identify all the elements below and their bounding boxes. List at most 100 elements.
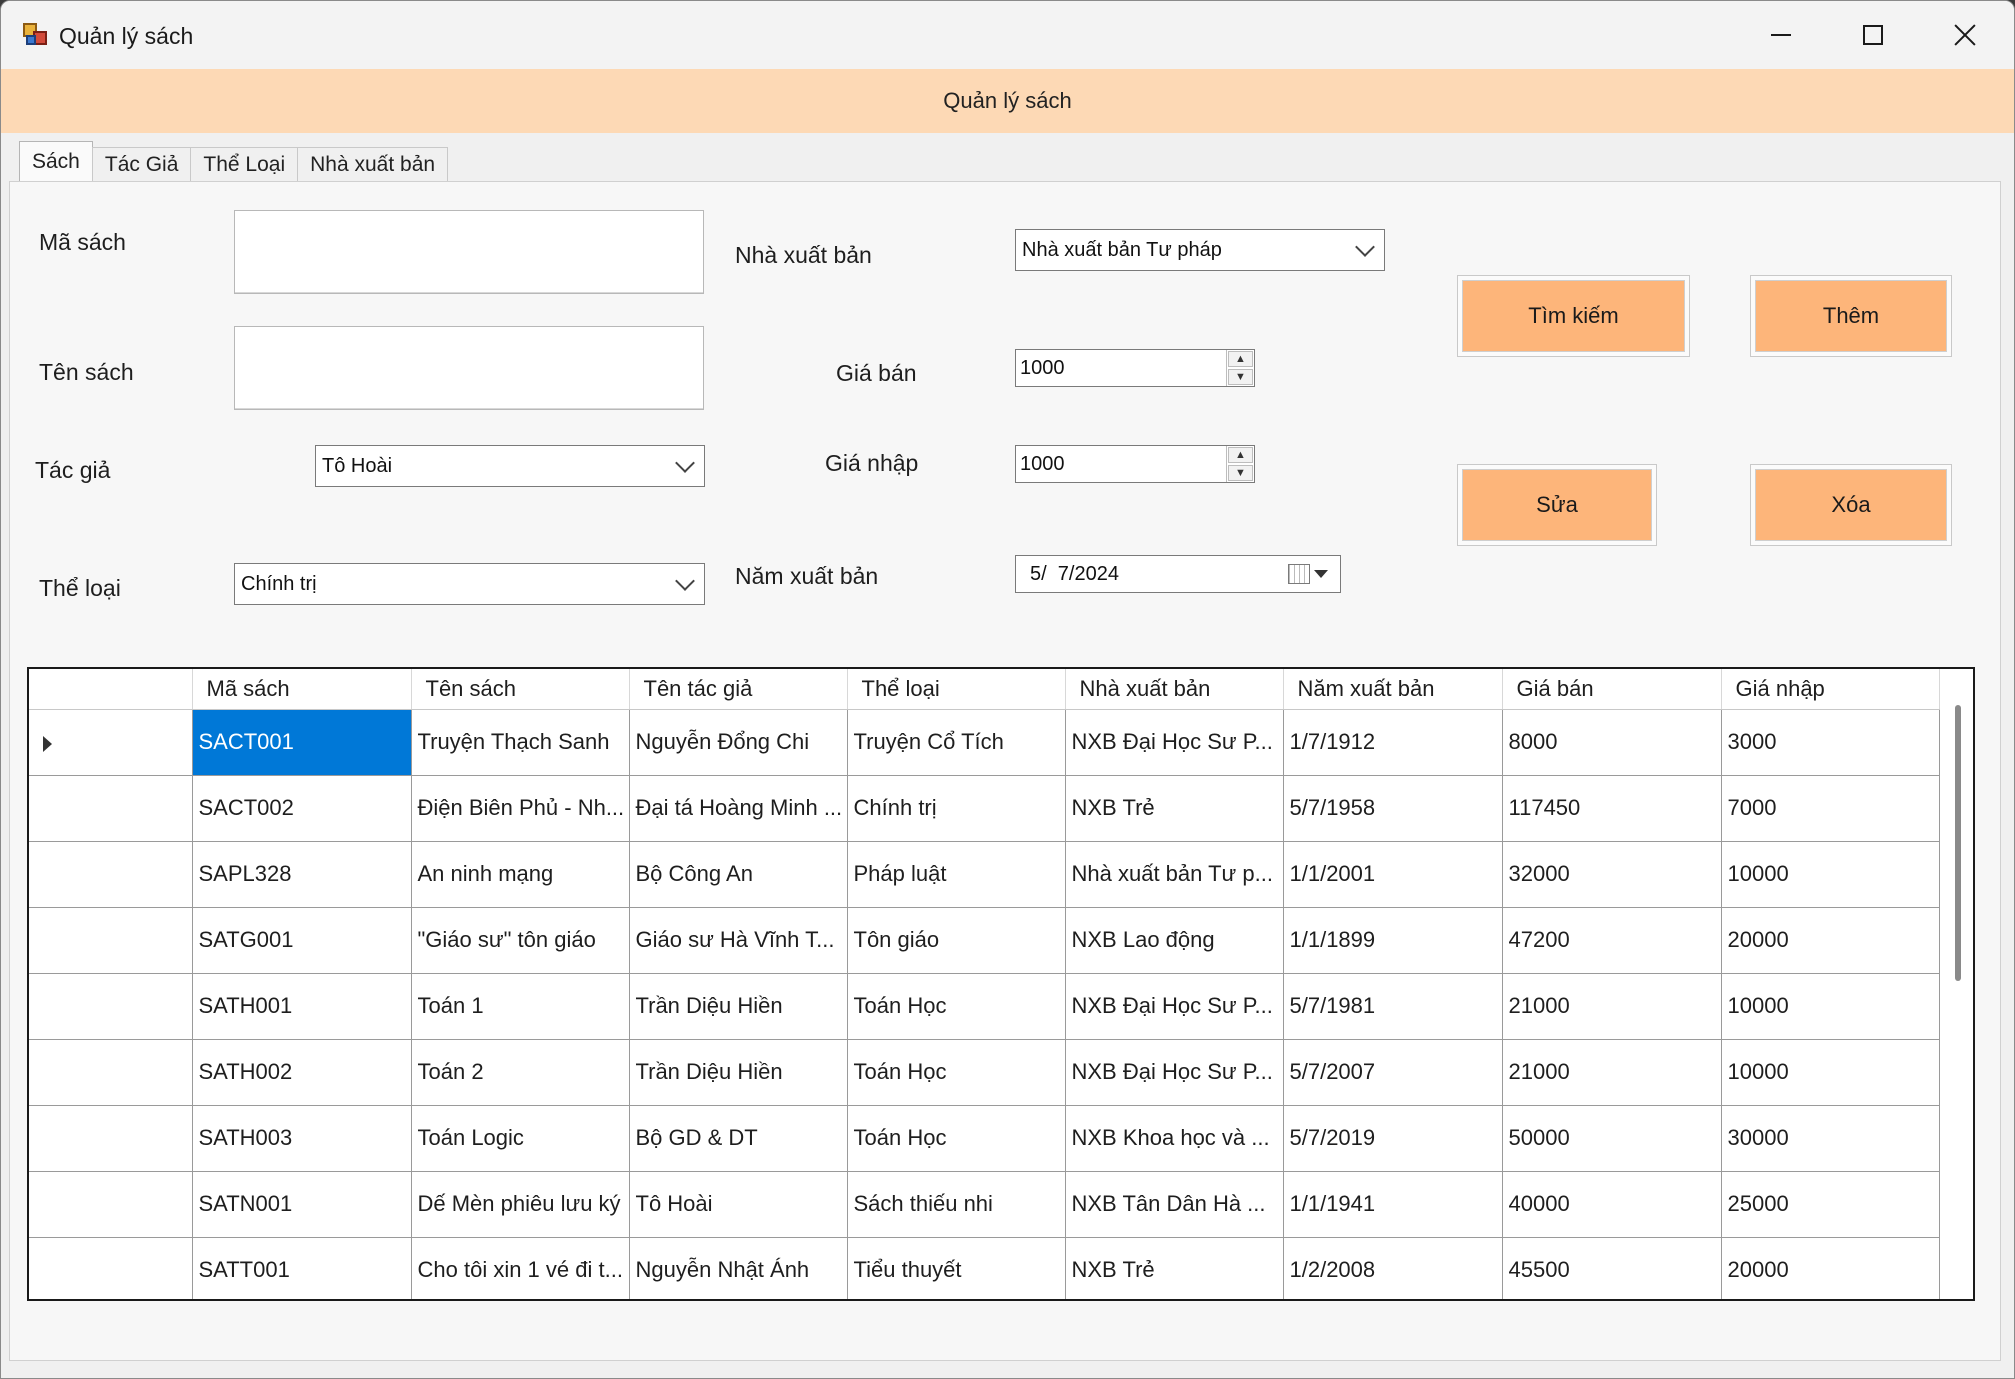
table-cell[interactable]: Trần Diệu Hiền xyxy=(629,1039,848,1106)
spin-down-icon[interactable]: ▼ xyxy=(1228,465,1253,481)
table-cell[interactable]: 1/2/2008 xyxy=(1283,1237,1503,1299)
table-cell[interactable]: Bộ Công An xyxy=(629,841,848,908)
table-cell[interactable]: 5/7/2007 xyxy=(1283,1039,1503,1106)
table-cell[interactable]: 1/1/1899 xyxy=(1283,907,1503,974)
table-cell[interactable]: Nhà xuất bản Tư p... xyxy=(1065,841,1284,908)
table-cell[interactable]: Sách thiếu nhi xyxy=(847,1171,1066,1238)
tab-tac-gia[interactable]: Tác Giả xyxy=(91,147,192,181)
table-row[interactable]: SAPL328 An ninh mạng Bộ Công An Pháp luật Nh… xyxy=(29,841,1940,908)
table-cell[interactable]: 32000 xyxy=(1502,841,1722,908)
table-cell[interactable]: Toán Học xyxy=(847,973,1066,1040)
table-cell[interactable]: Cho tôi xin 1 vé đi t... xyxy=(411,1237,630,1299)
table-cell[interactable]: 5/7/2019 xyxy=(1283,1105,1503,1172)
table-cell[interactable]: Dế Mèn phiêu lưu ký xyxy=(411,1171,630,1238)
row-header[interactable] xyxy=(29,973,193,1040)
table-cell[interactable]: 1/1/2001 xyxy=(1283,841,1503,908)
table-cell[interactable]: 40000 xyxy=(1502,1171,1722,1238)
delete-button[interactable]: Xóa xyxy=(1755,469,1947,541)
table-cell[interactable]: NXB Khoa học và ... xyxy=(1065,1105,1284,1172)
table-cell[interactable]: SATG001 xyxy=(192,907,412,974)
ten-sach-input[interactable] xyxy=(234,326,704,410)
minimize-button[interactable] xyxy=(1735,1,1827,69)
table-row[interactable]: SATH001 Toán 1 Trần Diệu Hiền Toán Học NXB Đ… xyxy=(29,973,1940,1040)
table-row[interactable]: SATH003 Toán Logic Bộ GD & DT Toán Học NXB K… xyxy=(29,1105,1940,1172)
table-cell[interactable]: Tô Hoài xyxy=(629,1171,848,1238)
table-cell[interactable]: 21000 xyxy=(1502,973,1722,1040)
table-cell[interactable]: "Giáo sư" tôn giáo xyxy=(411,907,630,974)
tab-the-loai[interactable]: Thể Loại xyxy=(190,147,299,181)
table-cell[interactable]: SATH001 xyxy=(192,973,412,1040)
tab-nha-xuat-ban[interactable]: Nhà xuất bản xyxy=(297,147,449,181)
row-header[interactable] xyxy=(29,1171,193,1238)
table-cell[interactable]: Toán 1 xyxy=(411,973,630,1040)
column-header[interactable]: Giá bán xyxy=(1502,669,1722,710)
column-header[interactable]: Giá nhập xyxy=(1721,669,1940,710)
table-cell[interactable]: NXB Trẻ xyxy=(1065,775,1284,842)
table-cell[interactable]: SATH002 xyxy=(192,1039,412,1106)
row-header[interactable] xyxy=(29,907,193,974)
spin-down-icon[interactable]: ▼ xyxy=(1228,369,1253,385)
add-button[interactable]: Thêm xyxy=(1755,280,1947,352)
table-cell[interactable]: 1/1/1941 xyxy=(1283,1171,1503,1238)
spin-up-icon[interactable]: ▲ xyxy=(1228,447,1253,463)
maximize-button[interactable] xyxy=(1827,1,1919,69)
column-header[interactable]: Tên tác giả xyxy=(629,669,848,710)
table-cell[interactable]: NXB Trẻ xyxy=(1065,1237,1284,1299)
table-cell[interactable]: SATN001 xyxy=(192,1171,412,1238)
table-cell[interactable]: An ninh mạng xyxy=(411,841,630,908)
table-cell[interactable]: 45500 xyxy=(1502,1237,1722,1299)
title-bar[interactable]: Quản lý sách xyxy=(1,1,2014,69)
row-header[interactable] xyxy=(29,1039,193,1106)
column-header[interactable]: Nhà xuất bản xyxy=(1065,669,1284,710)
table-cell[interactable]: NXB Đại Học Sư P... xyxy=(1065,1039,1284,1106)
table-cell[interactable]: SACT001 xyxy=(192,709,412,776)
table-row[interactable]: SATG001 "Giáo sư" tôn giáo Giáo sư Hà Vĩnh… xyxy=(29,907,1940,974)
table-cell[interactable]: Toán Logic xyxy=(411,1105,630,1172)
row-header[interactable] xyxy=(29,775,193,842)
table-cell[interactable]: Truyện Thạch Sanh xyxy=(411,709,630,776)
table-cell[interactable]: 10000 xyxy=(1721,973,1940,1040)
table-cell[interactable]: Trần Diệu Hiền xyxy=(629,973,848,1040)
row-header[interactable] xyxy=(29,1105,193,1172)
table-cell[interactable]: Truyện Cổ Tích xyxy=(847,709,1066,776)
table-cell[interactable]: Tiểu thuyết xyxy=(847,1237,1066,1299)
vertical-scrollbar[interactable] xyxy=(1955,705,1961,981)
column-header[interactable]: Thể loại xyxy=(847,669,1066,710)
table-cell[interactable]: 117450 xyxy=(1502,775,1722,842)
table-cell[interactable]: 20000 xyxy=(1721,1237,1940,1299)
table-cell[interactable]: SAPL328 xyxy=(192,841,412,908)
row-header[interactable] xyxy=(29,1237,193,1299)
table-cell[interactable]: 10000 xyxy=(1721,841,1940,908)
table-cell[interactable]: 1/7/1912 xyxy=(1283,709,1503,776)
table-row[interactable]: SATH002 Toán 2 Trần Diệu Hiền Toán Học NXB Đ… xyxy=(29,1039,1940,1106)
table-cell[interactable]: 7000 xyxy=(1721,775,1940,842)
table-cell[interactable]: Toán 2 xyxy=(411,1039,630,1106)
table-cell[interactable]: SATT001 xyxy=(192,1237,412,1299)
edit-button[interactable]: Sửa xyxy=(1462,469,1652,541)
table-cell[interactable]: Chính trị xyxy=(847,775,1066,842)
table-cell[interactable]: 50000 xyxy=(1502,1105,1722,1172)
table-cell[interactable]: Toán Học xyxy=(847,1105,1066,1172)
row-header[interactable] xyxy=(29,841,193,908)
tab-sach[interactable]: Sách xyxy=(19,141,93,181)
spin-up-icon[interactable]: ▲ xyxy=(1228,351,1253,367)
search-button[interactable]: Tìm kiếm xyxy=(1462,280,1685,352)
table-cell[interactable]: Nguyễn Nhật Ánh xyxy=(629,1237,848,1299)
column-header[interactable]: Mã sách xyxy=(192,669,412,710)
table-cell[interactable]: Bộ GD & DT xyxy=(629,1105,848,1172)
table-cell[interactable]: SATH003 xyxy=(192,1105,412,1172)
table-cell[interactable]: Giáo sư Hà Vĩnh T... xyxy=(629,907,848,974)
ma-sach-input[interactable] xyxy=(234,210,704,294)
table-cell[interactable]: 5/7/1958 xyxy=(1283,775,1503,842)
table-cell[interactable]: NXB Đại Học Sư P... xyxy=(1065,973,1284,1040)
table-row[interactable]: SATT001 Cho tôi xin 1 vé đi t... Nguyễn Nh… xyxy=(29,1237,1940,1299)
table-cell[interactable]: Điện Biên Phủ - Nh... xyxy=(411,775,630,842)
nam-xb-datepicker[interactable]: 5/ 7/2024 xyxy=(1015,555,1341,593)
gia-nhap-stepper[interactable]: 1000 ▲ ▼ xyxy=(1015,445,1255,483)
table-cell[interactable]: 20000 xyxy=(1721,907,1940,974)
table-cell[interactable]: Toán Học xyxy=(847,1039,1066,1106)
table-cell[interactable]: Nguyễn Đổng Chi xyxy=(629,709,848,776)
table-cell[interactable]: 3000 xyxy=(1721,709,1940,776)
table-row[interactable]: SACT001 Truyện Thạch Sanh Nguyễn Đổng Chi T… xyxy=(29,709,1940,776)
table-cell[interactable]: 21000 xyxy=(1502,1039,1722,1106)
